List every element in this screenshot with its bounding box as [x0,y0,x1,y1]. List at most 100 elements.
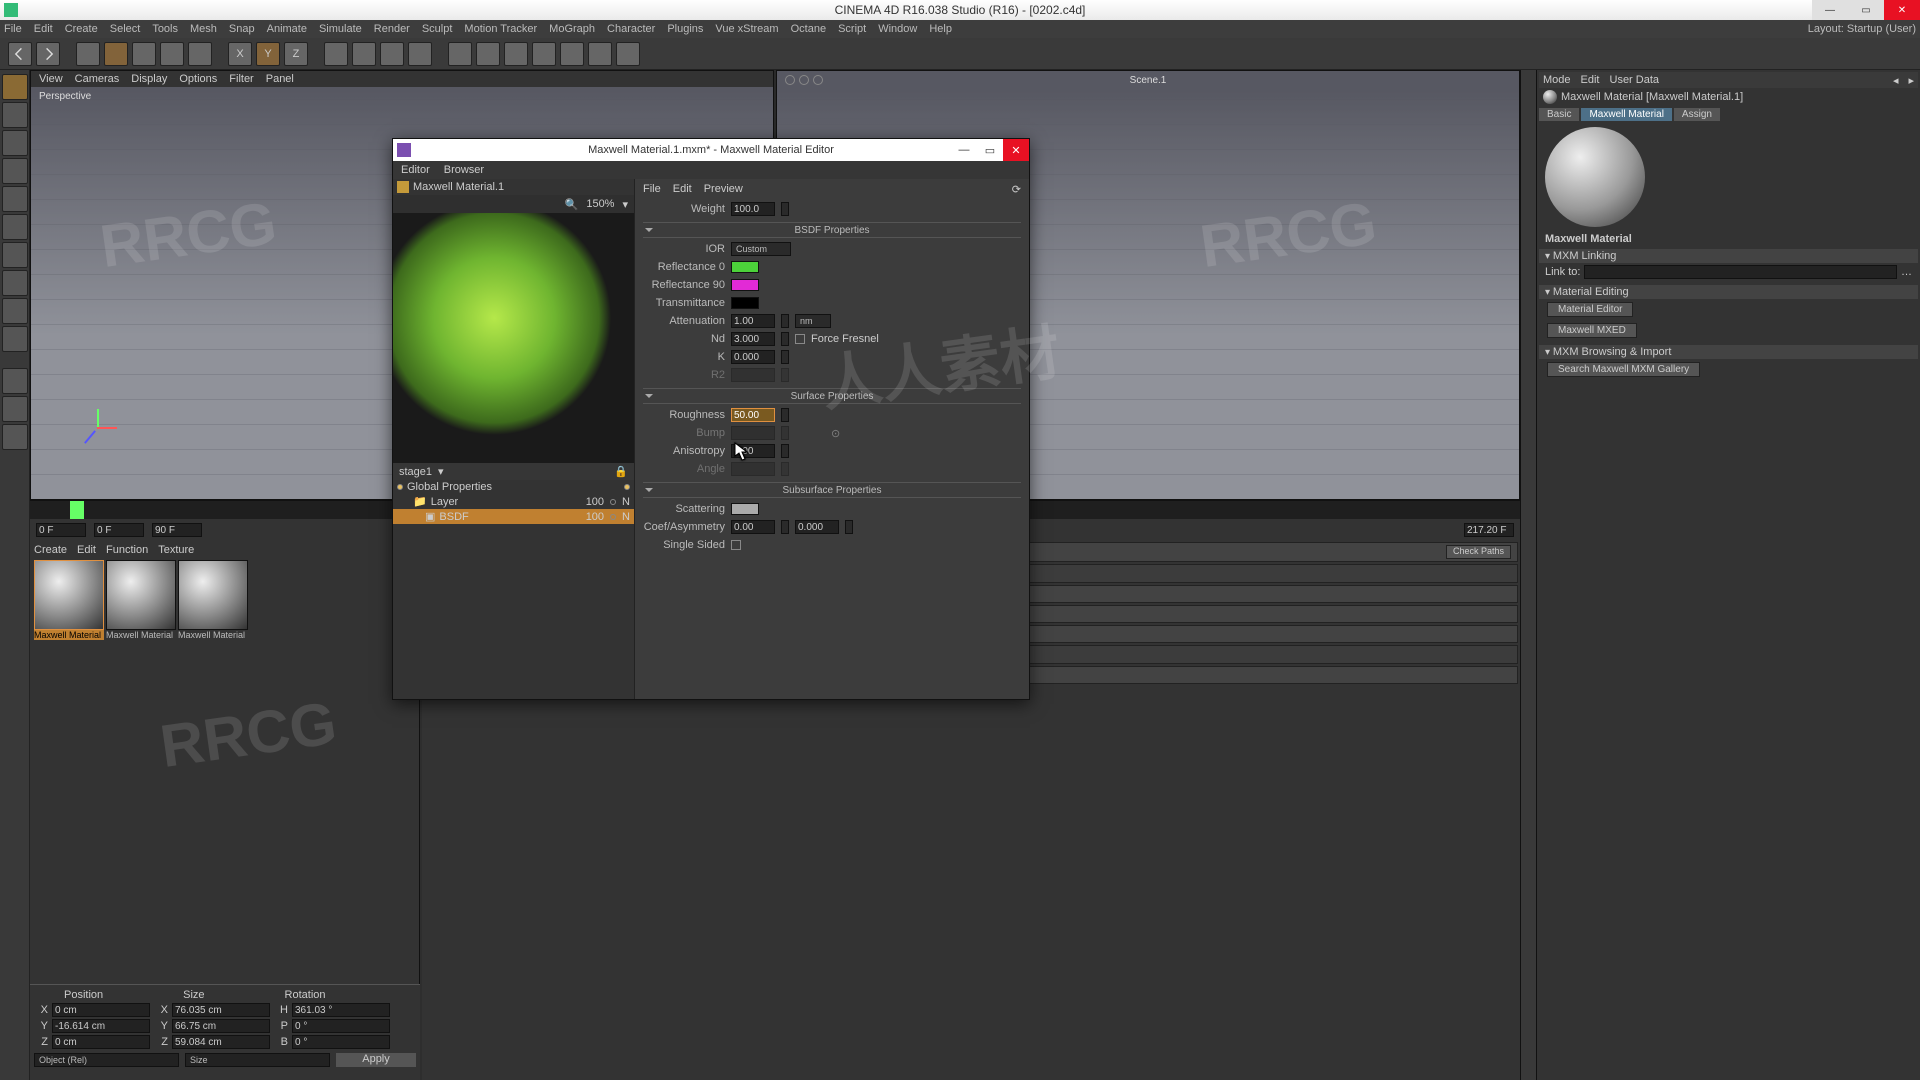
zoom-level[interactable]: 150% [586,198,614,210]
attr-menu[interactable]: Edit [1581,74,1600,86]
check-paths-button[interactable]: Check Paths [1446,545,1511,559]
section-header[interactable]: ▾ MXM Browsing & Import [1539,345,1918,359]
linkto-field[interactable] [1584,265,1897,279]
deformer-tool[interactable] [532,42,556,66]
menu-item[interactable]: Edit [34,23,53,35]
ior-dropdown[interactable]: Custom [731,242,791,256]
select-tool[interactable] [76,42,100,66]
menu-item[interactable]: Snap [229,23,255,35]
spline-tool[interactable] [476,42,500,66]
tree-global-properties[interactable]: Global Properties [393,480,634,494]
tab-assign[interactable]: Assign [1674,108,1720,121]
place-tool[interactable] [188,42,212,66]
reflectance90-swatch[interactable] [731,279,759,291]
layout-indicator[interactable]: Layout: Startup (User) [1808,23,1916,35]
spinner-icon[interactable] [781,408,789,422]
tree-bsdf[interactable]: ▣BSDF100N [393,509,634,524]
palette-button[interactable] [2,130,28,156]
material-preview-sphere[interactable] [393,213,634,463]
menu-item[interactable]: Plugins [667,23,703,35]
maximize-button[interactable]: ▭ [1848,0,1884,20]
menu-item[interactable]: Character [607,23,655,35]
reflectance0-swatch[interactable] [731,261,759,273]
menu-item[interactable]: Script [838,23,866,35]
vp-menu[interactable]: Display [131,73,167,85]
spinner-icon[interactable] [781,350,789,364]
frame-start-field[interactable] [36,523,86,537]
vp-menu[interactable]: Cameras [75,73,120,85]
rot-b-field[interactable] [292,1035,390,1049]
coord-size-dropdown[interactable]: Size [185,1053,330,1067]
mm-menu[interactable]: Create [34,544,67,556]
rot-p-field[interactable] [292,1019,390,1033]
menu-item[interactable]: Create [65,23,98,35]
camera-tool[interactable] [588,42,612,66]
apply-button[interactable]: Apply [336,1053,416,1067]
mm-menu[interactable]: Texture [158,544,194,556]
normal-icon[interactable]: ⊙ [831,427,840,440]
maxwell-mxed-button[interactable]: Maxwell MXED [1547,323,1637,338]
rv-dot-icon[interactable] [799,75,809,85]
transmittance-swatch[interactable] [731,297,759,309]
dialog-titlebar[interactable]: Maxwell Material.1.mxm* - Maxwell Materi… [393,139,1029,161]
palette-button[interactable] [2,102,28,128]
frame-end-field[interactable] [152,523,202,537]
scattering-swatch[interactable] [731,503,759,515]
menu-item[interactable]: Sculpt [422,23,453,35]
mme-preview-menu[interactable]: Preview [704,183,743,196]
spinner-icon[interactable] [781,332,789,346]
material-thumbnail[interactable]: Maxwell Material [178,560,248,640]
menu-item[interactable]: Vue xStream [715,23,778,35]
pos-z-field[interactable] [52,1035,150,1049]
nav-back-icon[interactable]: ◂ [1893,74,1899,87]
palette-button[interactable] [2,368,28,394]
attr-menu[interactable]: Mode [1543,74,1571,86]
axis-x-button[interactable]: X [228,42,252,66]
spinner-icon[interactable] [845,520,853,534]
material-thumbnail[interactable]: Maxwell Material [106,560,176,640]
palette-button[interactable] [2,186,28,212]
spinner-icon[interactable] [781,314,789,328]
vp-menu[interactable]: Options [179,73,217,85]
search-gallery-button[interactable]: Search Maxwell MXM Gallery [1547,362,1700,377]
menu-item[interactable]: Render [374,23,410,35]
menu-item[interactable]: Mesh [190,23,217,35]
size-z-field[interactable] [172,1035,270,1049]
rot-h-field[interactable] [292,1003,390,1017]
palette-button[interactable] [2,270,28,296]
render-region-button[interactable] [380,42,404,66]
lock-icon[interactable]: 🔒 [614,465,628,478]
material-thumbnail[interactable]: Maxwell Material [34,560,104,640]
minimize-button[interactable]: — [1812,0,1848,20]
vp-menu[interactable]: Filter [229,73,253,85]
dialog-minimize-button[interactable]: — [951,139,977,161]
render-settings-button[interactable] [352,42,376,66]
attr-menu[interactable]: User Data [1610,74,1660,86]
palette-button[interactable] [2,74,28,100]
spinner-icon[interactable] [781,520,789,534]
menu-item[interactable]: MoGraph [549,23,595,35]
spinner-icon[interactable] [781,444,789,458]
nav-fwd-icon[interactable]: ▸ [1908,74,1914,87]
mm-menu[interactable]: Function [106,544,148,556]
section-bsdf[interactable]: BSDF Properties [643,222,1021,238]
browse-icon[interactable]: … [1901,266,1912,278]
palette-button[interactable] [2,158,28,184]
menu-item[interactable]: Window [878,23,917,35]
menu-item[interactable]: Simulate [319,23,362,35]
menu-item[interactable]: Select [110,23,141,35]
mme-edit-menu[interactable]: Edit [673,183,692,196]
zoom-dropdown-icon[interactable]: ▾ [622,198,628,211]
nd-field[interactable]: 3.000 [731,332,775,346]
render-button[interactable] [324,42,348,66]
search-icon[interactable]: 🔍 [565,198,579,211]
attenuation-field[interactable]: 1.00 [731,314,775,328]
attenuation-unit-dropdown[interactable]: nm [795,314,831,328]
light-tool[interactable] [616,42,640,66]
pos-y-field[interactable] [52,1019,150,1033]
generator-tool[interactable] [504,42,528,66]
tree-layer[interactable]: 📁Layer100N [393,494,634,509]
menu-item[interactable]: Octane [791,23,826,35]
menu-item[interactable]: Animate [267,23,307,35]
rotate-tool[interactable] [160,42,184,66]
